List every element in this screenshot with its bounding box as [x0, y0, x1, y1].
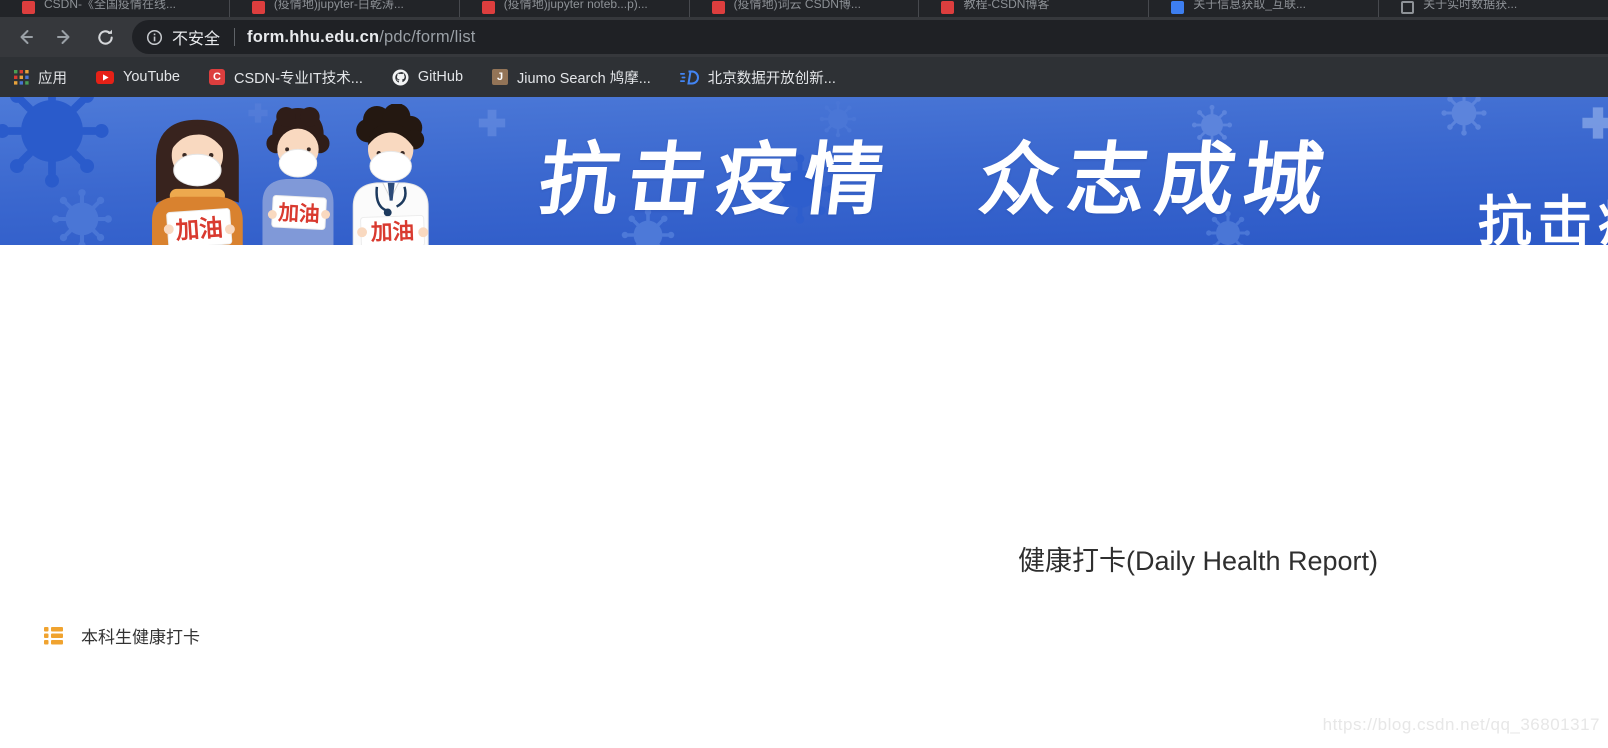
bookmark-label: CSDN-专业IT技术... [234, 67, 363, 88]
tab-5[interactable]: 教程-CSDN博客 [919, 0, 1149, 17]
bookmark-label: 北京数据开放创新... [708, 67, 836, 88]
forward-arrow-icon [55, 27, 75, 47]
address-bar[interactable]: 不安全 form.hhu.edu.cn/pdc/form/list [132, 20, 1608, 54]
jiumo-icon: J [492, 69, 508, 85]
omnibox-separator [234, 28, 235, 46]
info-icon [146, 29, 163, 46]
tab-2[interactable]: (疫情地)jupyter-白乾涛... [230, 0, 460, 17]
bookmark-jiumo[interactable]: J Jiumo Search 鸠摩... [492, 67, 651, 88]
apps-label: 应用 [38, 67, 67, 88]
banner-slogan: 抗击疫情 众志成城 [534, 133, 1338, 227]
csdn-watermark: https://blog.csdn.net/qq_36801317 [1323, 715, 1600, 735]
tab-title: 教程-CSDN博客 [963, 0, 1049, 12]
csdn-favicon [941, 1, 954, 14]
tab-title: (疫情地)词云 CSDN博... [734, 0, 861, 12]
security-label[interactable]: 不安全 [172, 25, 220, 49]
tab-1[interactable]: CSDN-《全国疫情在线... [0, 0, 230, 17]
browser-toolbar: 不安全 form.hhu.edu.cn/pdc/form/list [0, 17, 1608, 57]
link-undergrad-health-checkin[interactable]: 本科生健康打卡 [44, 623, 200, 648]
csdn-favicon [22, 1, 35, 14]
cheer-sign-text: 加油 [174, 215, 224, 245]
csdn-favicon [252, 1, 265, 14]
bookmark-label: YouTube [123, 69, 180, 85]
csdn-glyph: C [213, 71, 221, 83]
tab-title: 关于信息获取_互联... [1193, 0, 1306, 12]
bookmarks-bar: 应用 YouTube C CSDN-专业IT技术... GitHub J Jiu… [0, 57, 1608, 97]
url-text: form.hhu.edu.cn/pdc/form/list [247, 28, 476, 47]
globe-favicon [1401, 1, 1414, 14]
bookmark-csdn[interactable]: C CSDN-专业IT技术... [209, 67, 363, 88]
tab-6[interactable]: 关于信息获取_互联... [1149, 0, 1379, 17]
beijing-data-icon [680, 70, 699, 85]
refresh-icon [96, 28, 115, 47]
form-list-page: 健康打卡(Daily Health Report) 本科生健康打卡 返校信息采集… [0, 245, 1608, 748]
csdn-favicon [712, 1, 725, 14]
url-path: /pdc/form/list [379, 28, 475, 46]
epidemic-banner: 加油 加油 加油 抗击 [0, 97, 1608, 245]
github-icon [392, 69, 409, 86]
blue-app-favicon [1171, 1, 1184, 14]
bookmark-beijing-data[interactable]: 北京数据开放创新... [680, 67, 836, 88]
section-heading-health-report: 健康打卡(Daily Health Report) [968, 539, 1428, 578]
apps-grid-icon [14, 70, 29, 85]
tab-strip: CSDN-《全国疫情在线... (疫情地)jupyter-白乾涛... (疫情地… [0, 0, 1608, 17]
csdn-icon: C [209, 69, 225, 85]
tab-title: CSDN-《全国疫情在线... [44, 0, 176, 12]
refresh-button[interactable] [88, 20, 122, 54]
csdn-favicon [482, 1, 495, 14]
bookmark-label: Jiumo Search 鸠摩... [517, 67, 651, 88]
cheer-sign-text: 加油 [277, 200, 321, 226]
tab-3[interactable]: (疫情地)jupyter noteb...p)... [460, 0, 690, 17]
tab-title: (疫情地)jupyter noteb...p)... [504, 0, 648, 12]
tab-title: 关于实时数据获... [1423, 0, 1517, 12]
banner-slogan-repeat: 抗击疫 [1478, 177, 1608, 245]
forward-button[interactable] [48, 20, 82, 54]
bookmark-label: GitHub [418, 69, 463, 85]
masked-people-illustration: 加油 加油 加油 [128, 104, 464, 245]
back-arrow-icon [15, 27, 35, 47]
tab-7[interactable]: 关于实时数据获... [1379, 0, 1608, 17]
link-label: 本科生健康打卡 [81, 623, 200, 648]
cheer-sign-text: 加油 [369, 218, 414, 245]
back-button[interactable] [8, 20, 42, 54]
bookmark-github[interactable]: GitHub [392, 69, 463, 86]
youtube-icon [96, 71, 114, 84]
jiumo-glyph: J [497, 71, 503, 83]
bookmark-youtube[interactable]: YouTube [96, 69, 180, 85]
url-host: form.hhu.edu.cn [247, 28, 379, 46]
apps-shortcut[interactable]: 应用 [14, 67, 67, 88]
list-icon [44, 626, 63, 645]
tab-title: (疫情地)jupyter-白乾涛... [274, 0, 404, 12]
tab-4[interactable]: (疫情地)词云 CSDN博... [690, 0, 920, 17]
